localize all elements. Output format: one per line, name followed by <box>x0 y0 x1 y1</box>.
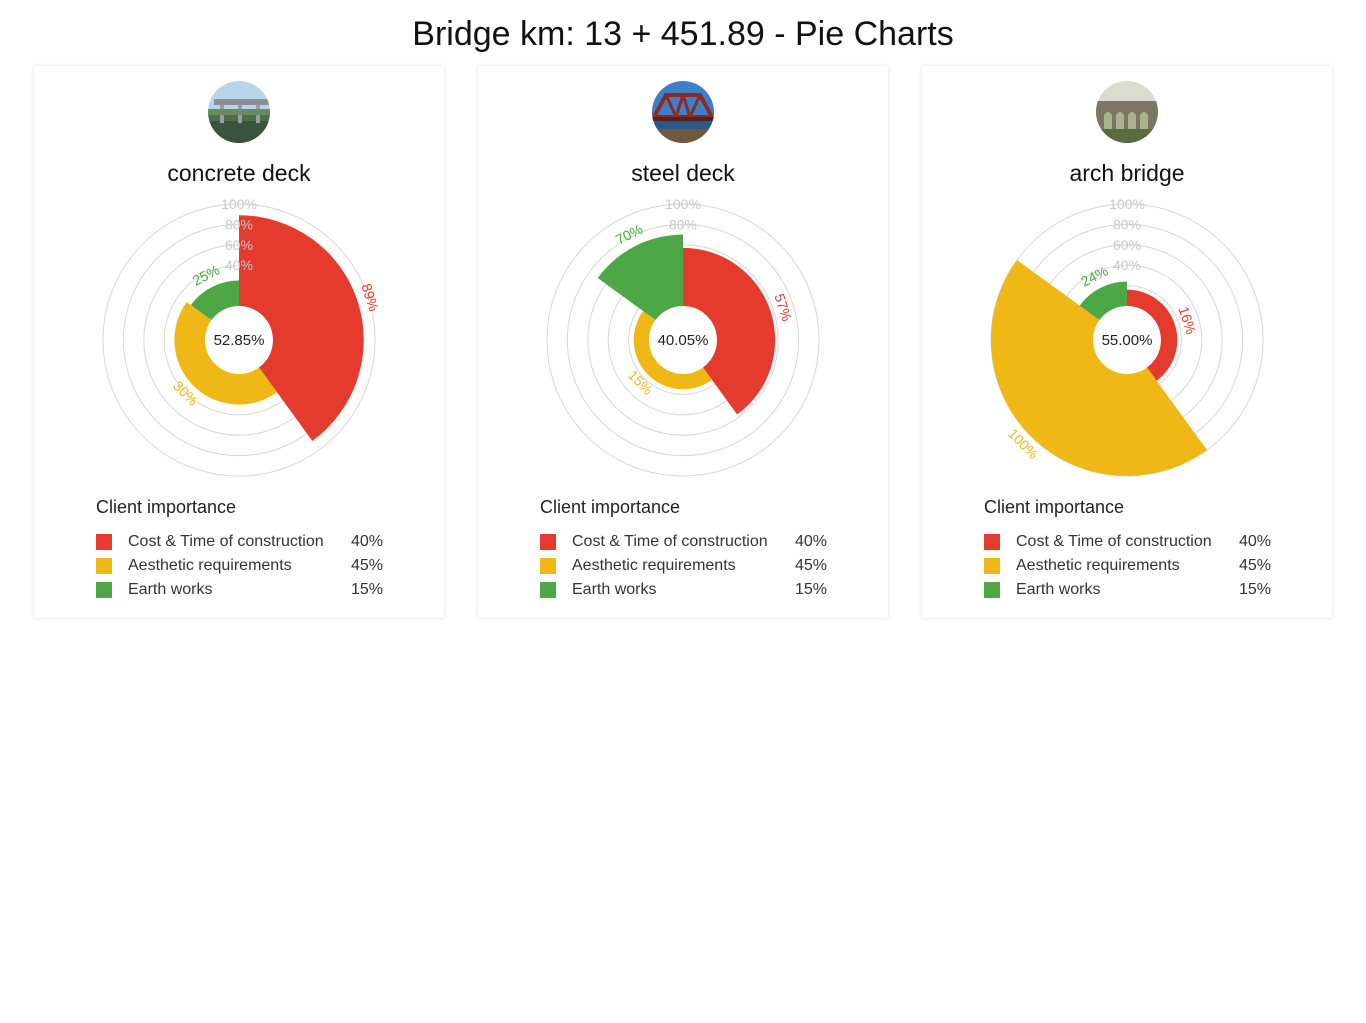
legend-label: Earth works <box>1016 581 1101 598</box>
legend-label: Aesthetic requirements <box>128 557 292 574</box>
chart-card-arch-bridge: arch bridge 40% 60% 80% 100% 16% 100% 24% 55.00… <box>922 66 1332 618</box>
wedge-value-label: 24% <box>1078 263 1110 290</box>
legend-swatch-red <box>540 534 556 550</box>
legend-item-earth-works: Earth works 15% <box>96 580 396 600</box>
legend-value: 45% <box>1239 557 1272 574</box>
radial-tick-label: 100% <box>665 196 701 212</box>
legend-item-earth-works: Earth works 15% <box>984 580 1284 600</box>
legend-value: 40% <box>1239 533 1272 550</box>
polar-chart: 40%60%80%100%89%30%25%52.85% <box>102 196 382 477</box>
wedge-value-label: 89% <box>358 282 382 314</box>
legend-value: 40% <box>795 533 828 550</box>
center-label: 52.85% <box>214 332 265 349</box>
stone-arch-viaduct-photo-icon <box>1096 81 1158 143</box>
concrete-bridge-photo-icon <box>208 81 270 143</box>
legend-value: 45% <box>795 557 828 574</box>
wedge-value-label: 16% <box>1176 305 1200 337</box>
center-label: 55.00% <box>1102 332 1153 349</box>
legend-label: Earth works <box>572 581 657 598</box>
legend-label: Aesthetic requirements <box>572 557 736 574</box>
legend-title: Client importance <box>96 497 237 517</box>
legend-swatch-red <box>96 534 112 550</box>
legend-swatch-yellow <box>984 558 1000 574</box>
legend-item-earth-works: Earth works 15% <box>540 580 840 600</box>
legend-label: Cost & Time of construction <box>128 533 324 550</box>
legend-swatch-green <box>96 582 112 598</box>
center-label: 40.05% <box>658 332 709 349</box>
legend-label: Cost & Time of construction <box>1016 533 1212 550</box>
page-title: Bridge km: 13 + 451.89 - Pie Charts <box>412 15 954 53</box>
legend-swatch-green <box>540 582 556 598</box>
legend-item-cost-time: Cost & Time of construction 40% <box>96 532 396 552</box>
wedge-value-label: 57% <box>771 292 795 324</box>
chart-card-concrete-deck: concrete deck 40% 60% 80% 100% 89% 30% 25% 52.8… <box>34 66 444 618</box>
legend-value: 45% <box>351 557 384 574</box>
card-title: arch bridge <box>1069 160 1185 186</box>
legend-swatch-yellow <box>540 558 556 574</box>
legend-value: 15% <box>795 581 828 598</box>
radial-tick-label: 80% <box>669 216 697 232</box>
legend-swatch-red <box>984 534 1000 550</box>
legend-label: Earth works <box>128 581 213 598</box>
legend-item-cost-time: Cost & Time of construction 40% <box>540 532 840 552</box>
radial-tick-label: 60% <box>225 237 253 253</box>
legend-value: 15% <box>351 581 384 598</box>
radial-tick-label: 80% <box>1113 216 1141 232</box>
polar-chart: 40%60%80%100%16%100%24%55.00% <box>990 196 1264 477</box>
legend-item-aesthetic: Aesthetic requirements 45% <box>984 556 1284 576</box>
chart-card-steel-deck: steel deck 80% 100% 57% 15% 70% 40.05% Client… <box>478 66 888 618</box>
legend-title: Client importance <box>984 497 1125 517</box>
legend-swatch-yellow <box>96 558 112 574</box>
radial-tick-label: 80% <box>225 216 253 232</box>
radial-tick-label: 100% <box>1109 196 1145 212</box>
legend-item-cost-time: Cost & Time of construction 40% <box>984 532 1284 552</box>
polar-chart: 80%100%57%15%70%40.05% <box>546 196 820 477</box>
radial-tick-label: 40% <box>1113 257 1141 273</box>
wedge-earth-works <box>597 234 683 321</box>
card-title: concrete deck <box>167 160 311 186</box>
steel-truss-bridge-photo-icon <box>652 81 714 143</box>
radial-tick-label: 40% <box>225 257 253 273</box>
radial-tick-label: 60% <box>1113 237 1141 253</box>
card-title: steel deck <box>631 160 735 186</box>
wedge-value-label: 25% <box>190 262 222 289</box>
legend-item-aesthetic: Aesthetic requirements 45% <box>540 556 840 576</box>
legend-swatch-green <box>984 582 1000 598</box>
legend-value: 40% <box>351 533 384 550</box>
legend-title: Client importance <box>540 497 681 517</box>
radial-tick-label: 100% <box>221 196 257 212</box>
legend-label: Cost & Time of construction <box>572 533 768 550</box>
legend-value: 15% <box>1239 581 1272 598</box>
legend-label: Aesthetic requirements <box>1016 557 1180 574</box>
legend-item-aesthetic: Aesthetic requirements 45% <box>96 556 396 576</box>
